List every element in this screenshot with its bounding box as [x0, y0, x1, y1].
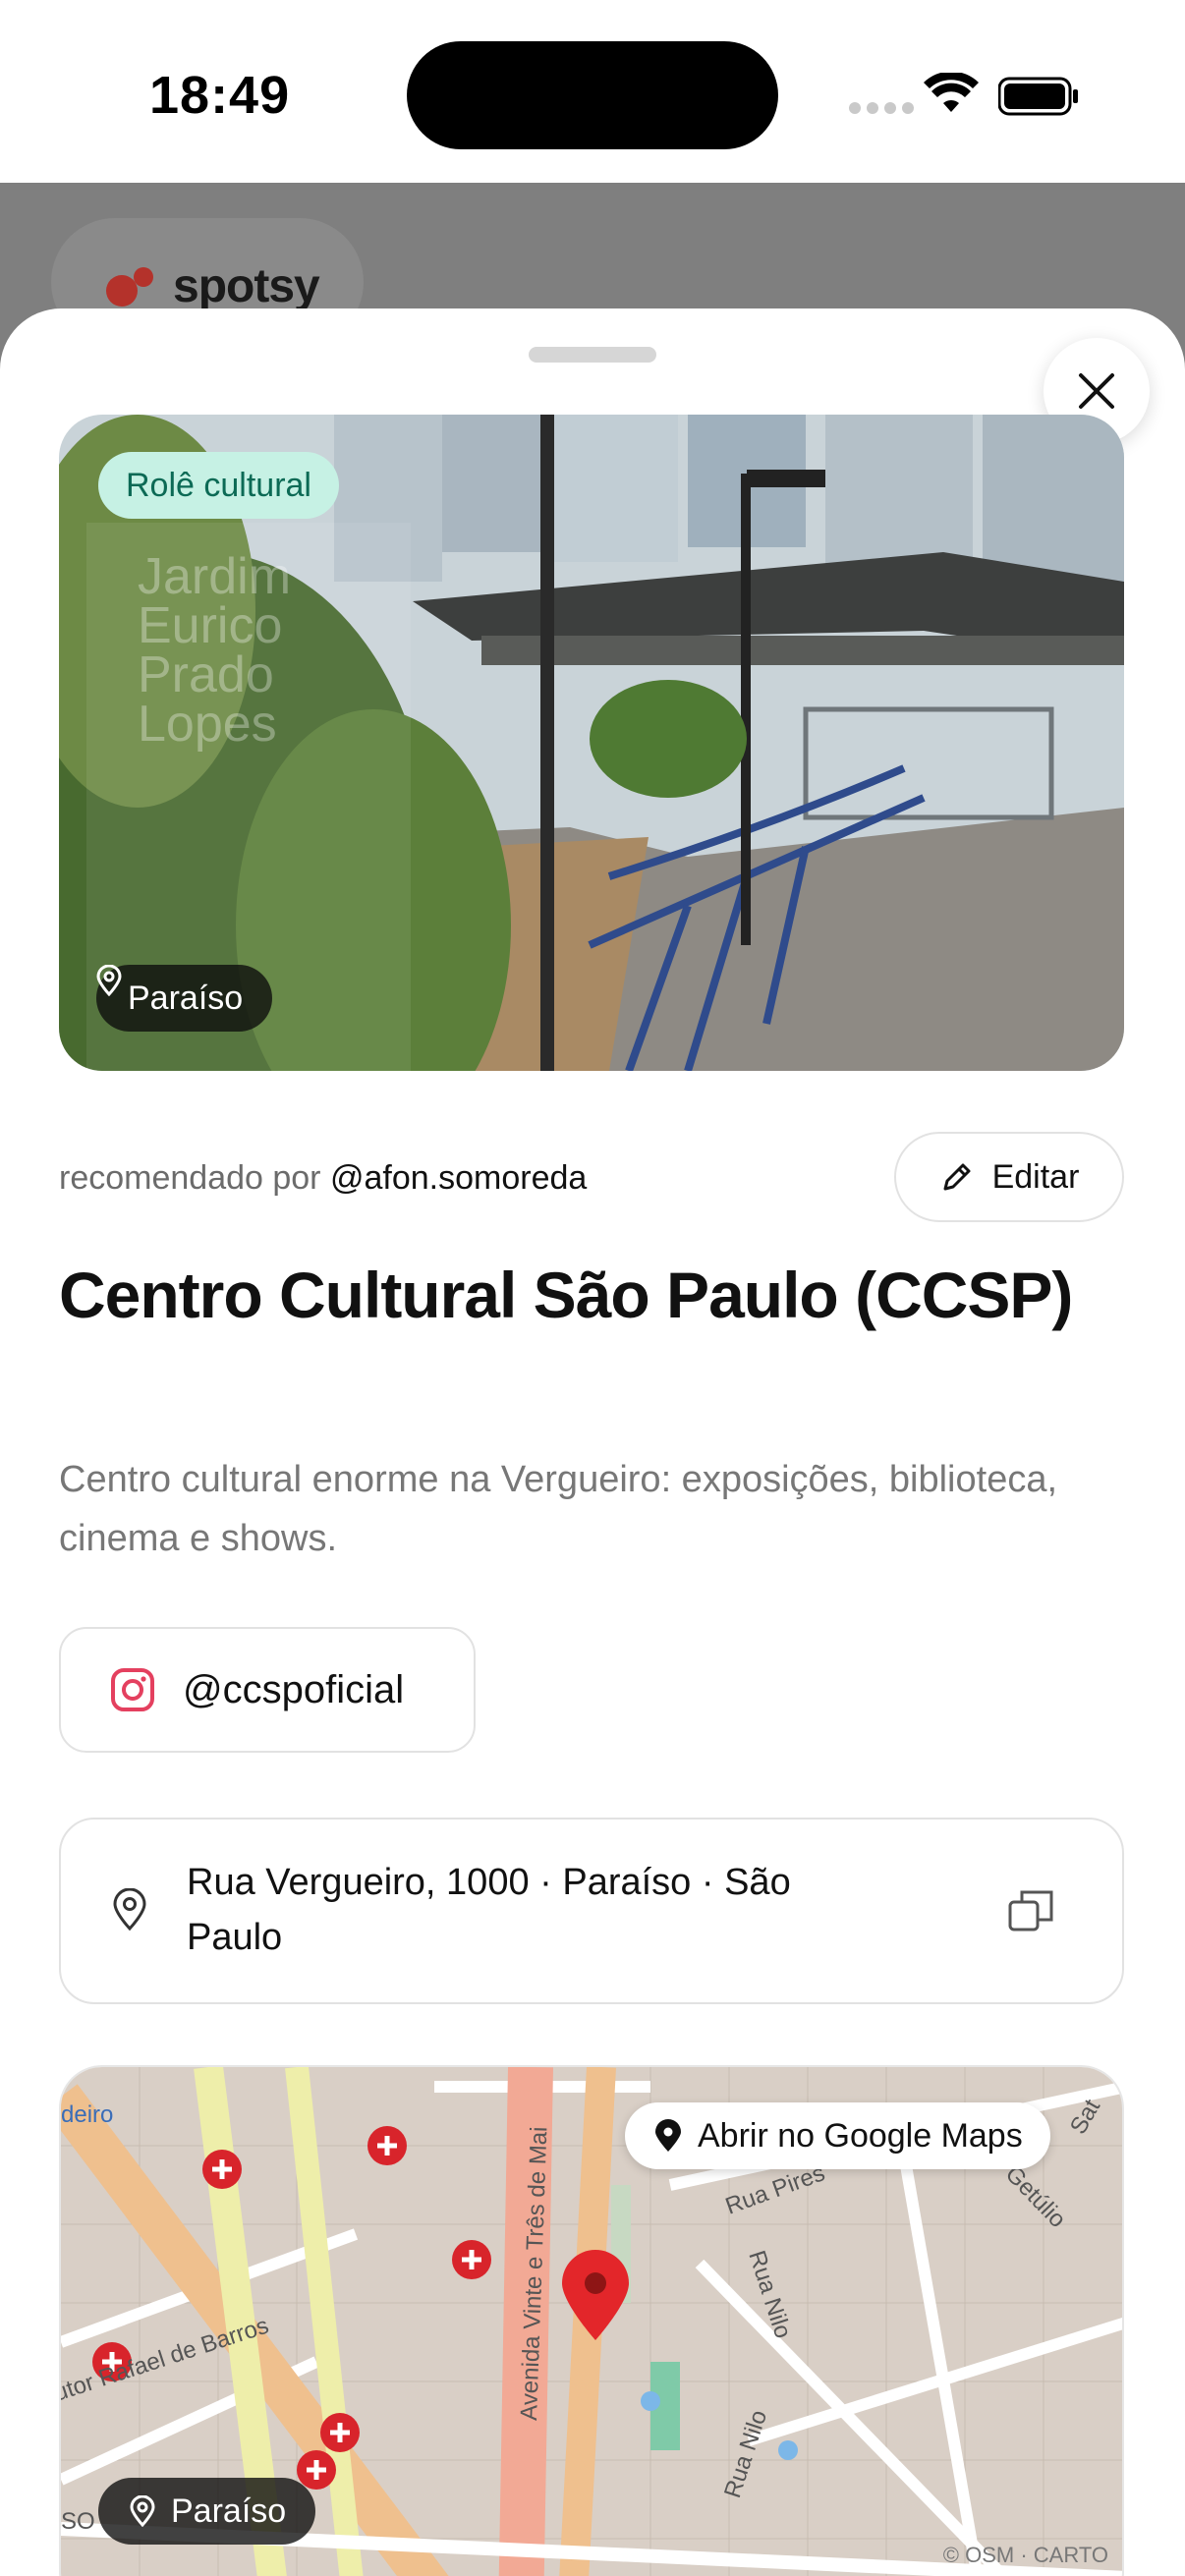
sheet-grabber[interactable] [529, 347, 656, 363]
open-google-maps-label: Abrir no Google Maps [698, 2116, 1023, 2155]
open-google-maps-button[interactable]: Abrir no Google Maps [625, 2102, 1050, 2169]
dynamic-island [407, 41, 778, 149]
location-marker-icon [562, 2250, 629, 2340]
address-text: Rua Vergueiro, 1000 · Paraíso · São Paul… [187, 1862, 791, 1958]
location-pin-icon [130, 2495, 155, 2527]
address-card: Rua Vergueiro, 1000 · Paraíso · São Paul… [59, 1818, 1124, 2004]
wifi-icon [924, 73, 979, 112]
edit-label: Editar [991, 1157, 1080, 1196]
status-bar: 18:49 [0, 0, 1185, 183]
brand-name: spotsy [173, 260, 320, 312]
sign-lettering: Jardim Eurico Prado Lopes [138, 548, 292, 753]
instagram-icon [111, 1668, 154, 1711]
place-detail-sheet: Rolê cultural Jardim Eurico Prado Lopes … [0, 308, 1185, 2576]
recommended-prefix: recomendado por [59, 1159, 321, 1197]
place-title: Centro Cultural São Paulo (CCSP) [59, 1259, 1073, 1331]
close-icon [1079, 373, 1114, 409]
category-chip: Rolê cultural [98, 452, 339, 519]
battery-icon [998, 77, 1078, 116]
neighborhood-label: Paraíso [128, 980, 244, 1017]
copy-address-icon[interactable] [1002, 1882, 1061, 1941]
instagram-handle: @ccspoficial [183, 1667, 405, 1711]
spotsy-logo-icon [106, 267, 153, 307]
map-attribution: © OSM · CARTO [942, 2543, 1108, 2567]
place-photo: Rolê cultural Jardim Eurico Prado Lopes … [59, 415, 1124, 1071]
location-map[interactable]: deiro Avenida Vinte e Três de Mai Rua Pi… [59, 2065, 1124, 2576]
map-label-deiro: deiro [61, 2101, 113, 2128]
cellular-signal-icon [849, 102, 914, 114]
neighborhood-chip: Paraíso [96, 965, 273, 1032]
status-time: 18:49 [149, 66, 291, 125]
pencil-icon [943, 1163, 971, 1191]
place-description: Centro cultural enorme na Vergueiro: exp… [59, 1459, 1058, 1559]
recommender-handle[interactable]: @afon.somoreda [330, 1159, 587, 1197]
instagram-link[interactable]: @ccspoficial [59, 1627, 476, 1753]
location-pin-icon [96, 965, 122, 996]
recommended-by: recomendado por @afon.somoreda [59, 1159, 587, 1198]
edit-button[interactable]: Editar [894, 1132, 1124, 1222]
map-label-so: SO [61, 2508, 95, 2535]
map-neighborhood-label: Paraíso [171, 2492, 287, 2530]
map-neighborhood-chip: Paraíso [98, 2478, 316, 2545]
location-pin-icon [113, 1888, 146, 1932]
location-pin-icon [655, 2119, 681, 2152]
